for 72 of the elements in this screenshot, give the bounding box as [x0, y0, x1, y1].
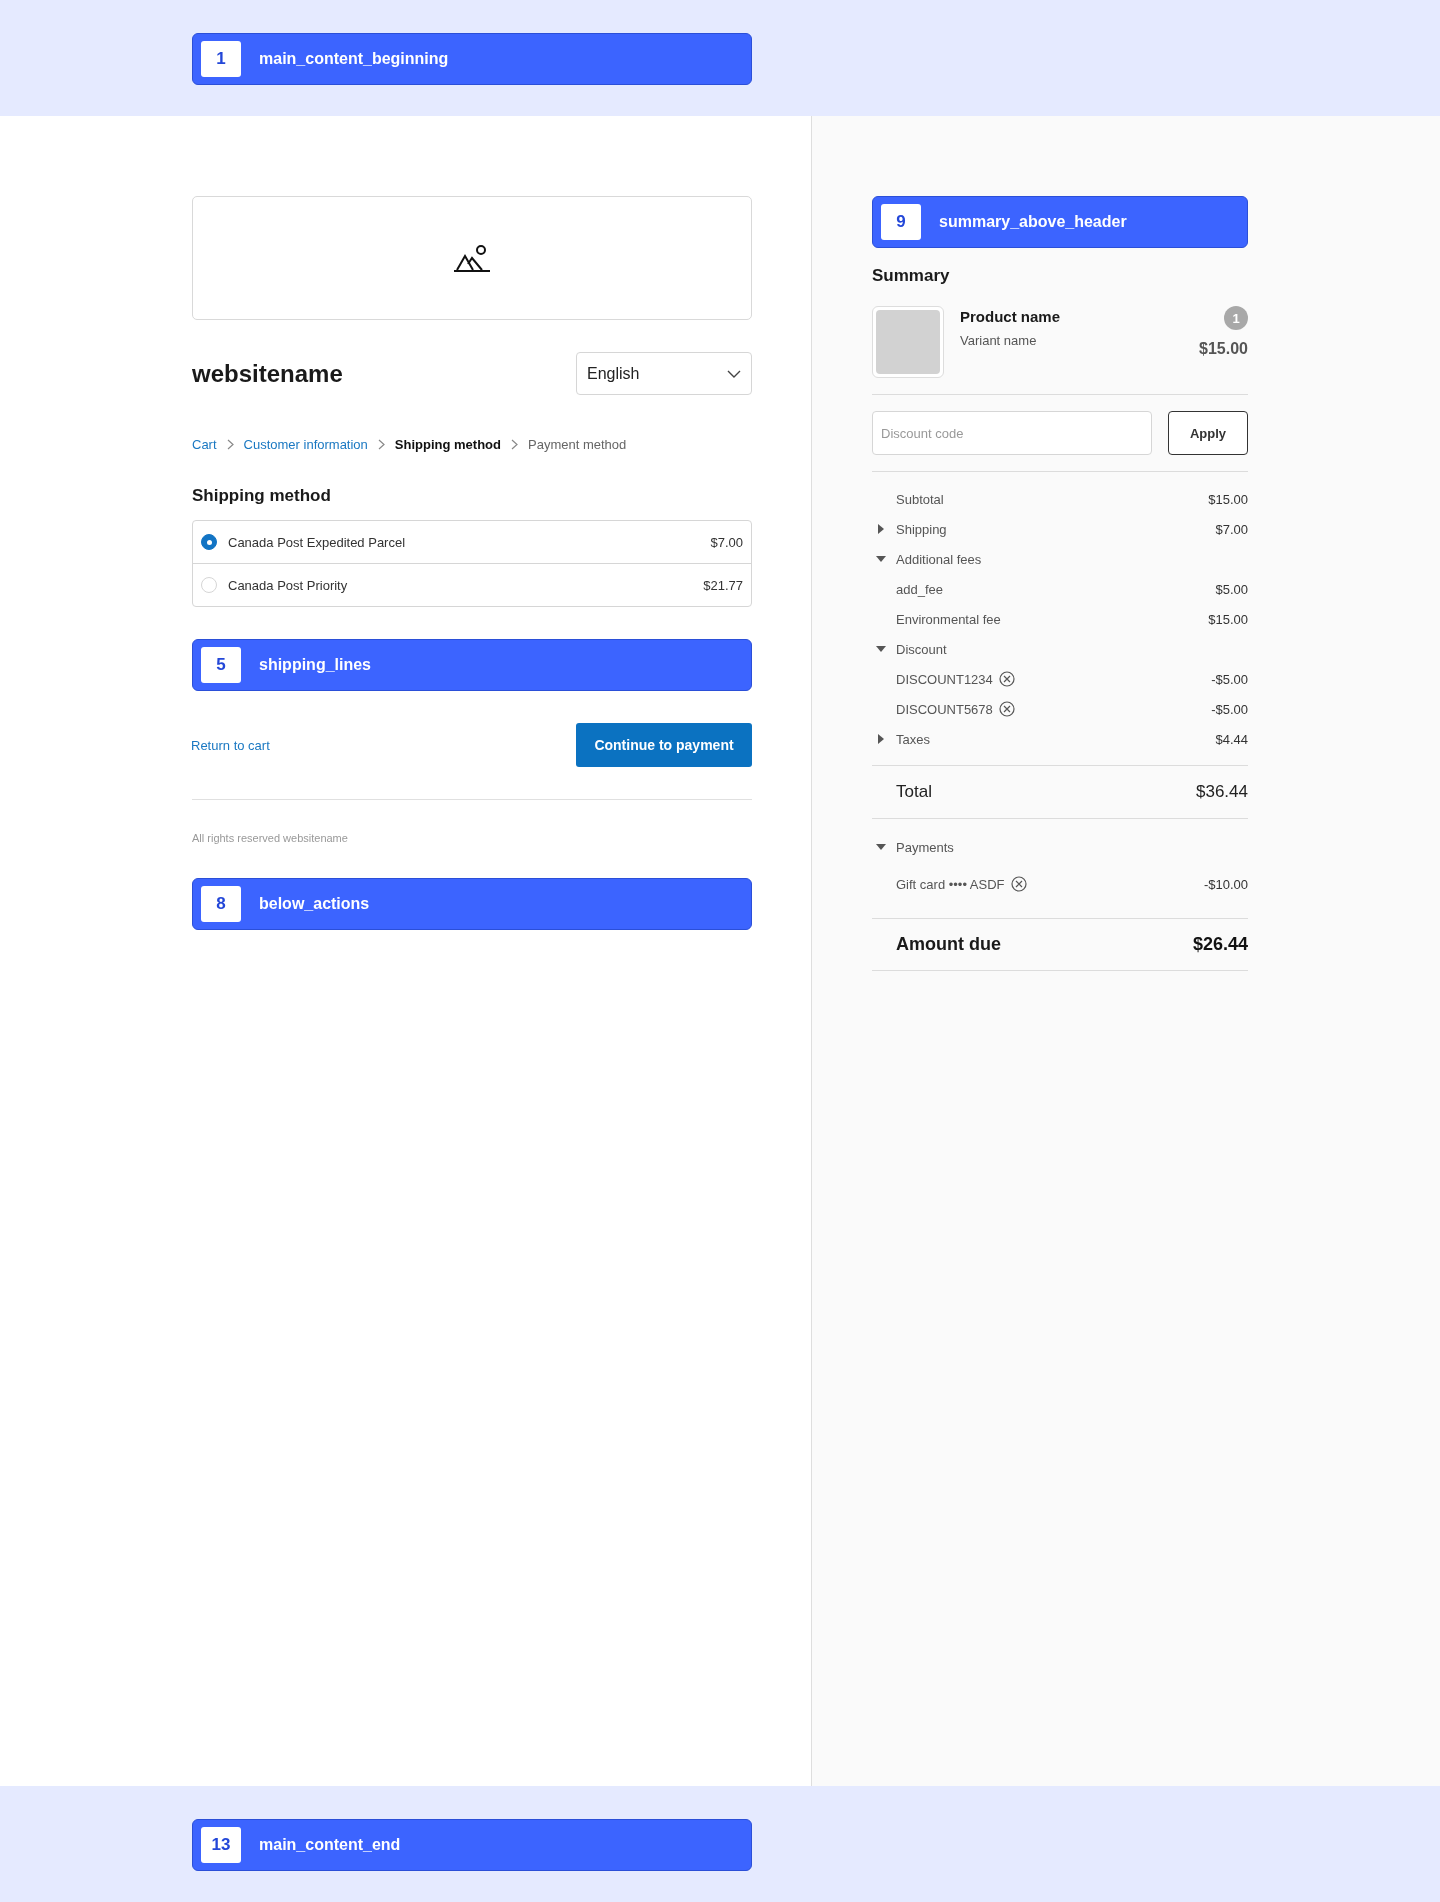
summary-title: Summary: [872, 266, 951, 286]
variant-name: Variant name: [960, 333, 1038, 348]
remove-icon[interactable]: [998, 671, 1015, 687]
breadcrumb-item[interactable]: Cart: [192, 437, 217, 452]
return-link[interactable]: Return to cart: [191, 737, 270, 753]
breadcrumb-item: Shipping method: [394, 437, 501, 452]
breadcrumb-item: Payment method: [528, 437, 627, 452]
product-thumbnail: [872, 306, 944, 378]
line-label: Taxes: [896, 731, 930, 747]
breadcrumb-item[interactable]: Customer information: [243, 437, 368, 452]
remove-icon[interactable]: [998, 701, 1015, 717]
remove-icon[interactable]: [1010, 876, 1027, 892]
slot-label: main_content_beginning: [259, 50, 449, 68]
total-label: Total: [896, 782, 932, 802]
caret-down-icon[interactable]: [876, 842, 886, 852]
chevron-right-icon: [511, 439, 518, 450]
line-amount: -$5.00: [1211, 671, 1248, 687]
line-amount: $5.00: [1215, 581, 1248, 597]
image-icon: [452, 244, 492, 272]
line-amount: $15.00: [1208, 491, 1248, 507]
chevron-right-icon: [377, 439, 385, 450]
quantity-badge: 1: [1224, 306, 1248, 330]
select-value: English: [587, 364, 640, 383]
radio-button[interactable]: [201, 534, 217, 550]
option-price: $21.77: [703, 577, 743, 593]
footer-text: All rights reserved websitename: [192, 832, 349, 844]
continue-button[interactable]: Continue to payment: [576, 723, 752, 767]
product-price: $15.00: [1199, 340, 1248, 358]
option-name: Canada Post Expedited Parcel: [228, 534, 407, 550]
line-label: Additional fees: [896, 551, 982, 567]
line-label: Environmental fee: [896, 611, 1001, 627]
line-label: DISCOUNT5678: [896, 701, 993, 717]
section-title: Shipping method: [192, 486, 332, 506]
slot-label: summary_above_header: [939, 213, 1127, 231]
total-amount: $36.44: [1196, 782, 1248, 802]
line-label: Gift card •••• ASDF: [896, 876, 1005, 892]
option-name: Canada Post Priority: [228, 577, 349, 593]
line-label: Shipping: [896, 521, 947, 537]
line-amount: $4.44: [1215, 731, 1248, 747]
slot-number: 13: [201, 1827, 241, 1863]
caret-down-icon[interactable]: [876, 644, 886, 654]
line-label: Discount: [896, 641, 947, 657]
slot-number: 9: [881, 204, 921, 240]
slot-number: 1: [201, 41, 241, 77]
line-amount: $7.00: [1215, 521, 1248, 537]
slot-label: main_content_end: [259, 1836, 401, 1854]
shipping-option[interactable]: Canada Post Expedited Parcel $7.00: [193, 521, 751, 563]
line-label: DISCOUNT1234: [896, 671, 993, 687]
slot-label: below_actions: [259, 895, 370, 913]
line-label: Payments: [896, 839, 954, 855]
language-select[interactable]: English: [576, 352, 752, 395]
option-price: $7.00: [710, 534, 743, 550]
caret-right-icon[interactable]: [876, 734, 886, 744]
line-label: add_fee: [896, 581, 943, 597]
apply-button[interactable]: Apply: [1168, 411, 1248, 455]
caret-down-icon[interactable]: [876, 554, 886, 564]
slot-label: shipping_lines: [259, 656, 371, 674]
product-name: Product name: [960, 308, 1062, 325]
slot-number: 8: [201, 886, 241, 922]
store-name: websitename: [192, 359, 343, 388]
amount-due-value: $26.44: [1192, 934, 1248, 955]
shipping-option[interactable]: Canada Post Priority $21.77: [193, 563, 751, 606]
line-amount: -$5.00: [1211, 701, 1248, 717]
amount-due-label: Amount due: [896, 934, 1001, 955]
line-amount: -$10.00: [1203, 876, 1248, 892]
chevron-down-icon: [727, 369, 741, 378]
line-amount: $15.00: [1208, 611, 1248, 627]
chevron-right-icon: [226, 439, 234, 450]
line-label: Subtotal: [896, 491, 944, 507]
slot-number: 5: [201, 647, 241, 683]
caret-right-icon[interactable]: [876, 524, 886, 534]
discount-code-field[interactable]: Discount code: [872, 411, 1152, 455]
